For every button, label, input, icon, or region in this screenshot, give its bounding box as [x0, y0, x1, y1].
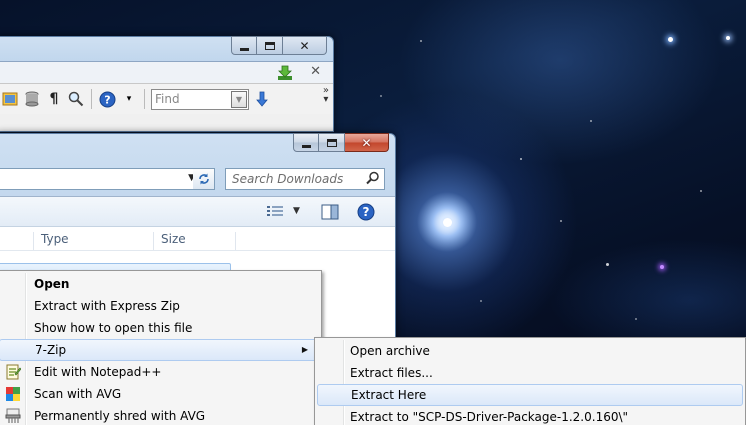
minimize-button[interactable] — [231, 36, 257, 55]
search-icon[interactable] — [366, 171, 380, 185]
refresh-icon — [198, 173, 209, 185]
close-tab-icon[interactable]: ✕ — [310, 64, 321, 79]
star — [606, 263, 609, 266]
menu-item-edit-notepadpp[interactable]: Edit with Notepad++ — [0, 361, 319, 383]
star — [380, 95, 382, 97]
shredder-icon — [5, 408, 21, 423]
editor-toolbar: ¶ ? ▾ Find ▼ » ▾ — [0, 84, 333, 114]
minimize-icon — [301, 144, 311, 148]
close-button[interactable]: ✕ — [345, 133, 389, 152]
avg-icon — [6, 387, 20, 401]
maximize-icon — [264, 41, 275, 50]
window-caption-buttons: ✕ — [293, 133, 389, 152]
menu-item-open-archive[interactable]: Open archive — [317, 340, 743, 362]
menu-item-label: Extract to "SCP-DS-Driver-Package-1.2.0.… — [350, 410, 629, 424]
background-window: ✕ ✕ ¶ ? ▾ Find ▼ » ▾ — [0, 36, 334, 132]
preview-pane-icon[interactable] — [321, 204, 339, 220]
menu-item-label: Permanently shred with AVG — [34, 409, 206, 423]
column-separator — [33, 232, 34, 250]
zoom-icon[interactable] — [67, 90, 85, 108]
menu-item-extract-express-zip[interactable]: Extract with Express Zip — [0, 295, 319, 317]
tab-row: ✕ — [0, 62, 333, 84]
bright-star — [443, 218, 452, 227]
menu-item-label: Open archive — [350, 344, 430, 358]
star — [520, 158, 522, 160]
command-bar: ▼ ? — [0, 197, 395, 227]
context-menu: Open Extract with Express Zip Show how t… — [0, 270, 322, 425]
menu-item-scan-avg[interactable]: Scan with AVG — [0, 383, 319, 405]
menu-item-label: Extract with Express Zip — [34, 299, 180, 313]
search-placeholder: Search Downloads — [232, 172, 344, 186]
pilcrow-icon[interactable]: ¶ — [45, 90, 63, 108]
refresh-button[interactable] — [193, 168, 215, 190]
column-separator — [153, 232, 154, 250]
minimize-icon — [239, 47, 249, 51]
toolbar-chevron-icon[interactable]: » ▾ — [323, 86, 329, 105]
picture-icon[interactable] — [1, 90, 19, 108]
svg-text:?: ? — [104, 93, 110, 106]
minimize-button[interactable] — [293, 133, 319, 152]
star — [660, 265, 664, 269]
star — [700, 190, 702, 192]
column-header-size[interactable]: Size — [161, 232, 186, 246]
menu-item-label: 7-Zip — [35, 343, 67, 357]
find-dropdown-button[interactable]: ▼ — [231, 90, 247, 108]
menu-item-label: Show how to open this file — [34, 321, 193, 335]
window-caption-buttons: ✕ — [231, 36, 327, 55]
menu-item-show-how-to-open[interactable]: Show how to open this file — [0, 317, 319, 339]
toolbar-separator — [144, 89, 145, 109]
star — [635, 318, 637, 320]
column-headers: Type Size — [0, 227, 395, 251]
menu-item-label: Open — [34, 277, 70, 291]
close-icon: ✕ — [299, 38, 310, 53]
column-separator — [235, 232, 236, 250]
search-input[interactable]: Search Downloads — [225, 168, 385, 190]
notepadpp-icon — [6, 364, 21, 380]
star — [590, 120, 592, 122]
address-bar[interactable]: ▼ — [0, 168, 199, 190]
star — [560, 220, 562, 222]
find-next-icon[interactable] — [253, 90, 271, 108]
maximize-button[interactable] — [257, 36, 283, 55]
svg-text:?: ? — [363, 205, 370, 219]
star — [480, 300, 482, 302]
find-input[interactable]: Find ▼ — [151, 88, 249, 110]
star — [420, 40, 422, 42]
star — [726, 36, 730, 40]
database-icon[interactable] — [23, 90, 41, 108]
maximize-button[interactable] — [319, 133, 345, 152]
close-button[interactable]: ✕ — [283, 36, 327, 55]
menu-item-7zip[interactable]: 7-Zip ▶ — [0, 339, 319, 361]
views-button[interactable]: ▼ — [267, 205, 300, 217]
menu-item-open[interactable]: Open — [0, 273, 319, 295]
menu-item-label: Extract Here — [351, 388, 427, 402]
menu-item-label: Scan with AVG — [34, 387, 122, 401]
menu-item-extract-files[interactable]: Extract files... — [317, 362, 743, 384]
menu-item-shred-avg[interactable]: Permanently shred with AVG — [0, 405, 319, 425]
download-icon[interactable] — [277, 65, 293, 81]
details-view-icon — [267, 206, 283, 216]
editor-body: ✕ ¶ ? ▾ Find ▼ » ▾ — [0, 61, 333, 131]
menu-item-extract-to-folder[interactable]: Extract to "SCP-DS-Driver-Package-1.2.0.… — [317, 406, 743, 425]
find-placeholder: Find — [155, 92, 180, 106]
help-icon[interactable]: ? — [357, 203, 375, 221]
address-row: ▼ Search Downloads — [0, 168, 395, 194]
maximize-icon — [326, 138, 337, 147]
submenu-7zip: Open archive Extract files... Extract He… — [314, 337, 746, 425]
close-icon: ✕ — [361, 135, 372, 150]
menu-item-label: Edit with Notepad++ — [34, 365, 162, 379]
toolbar-separator — [91, 89, 92, 109]
menu-item-extract-here[interactable]: Extract Here — [317, 384, 743, 406]
submenu-arrow-icon: ▶ — [301, 345, 308, 354]
help-icon[interactable]: ? — [98, 90, 116, 108]
column-header-type[interactable]: Type — [41, 232, 69, 246]
star — [668, 37, 673, 42]
menu-item-label: Extract files... — [350, 366, 433, 380]
toolbar-overflow-icon[interactable]: ▾ — [120, 90, 138, 108]
chevron-down-icon[interactable]: ▼ — [293, 206, 300, 216]
